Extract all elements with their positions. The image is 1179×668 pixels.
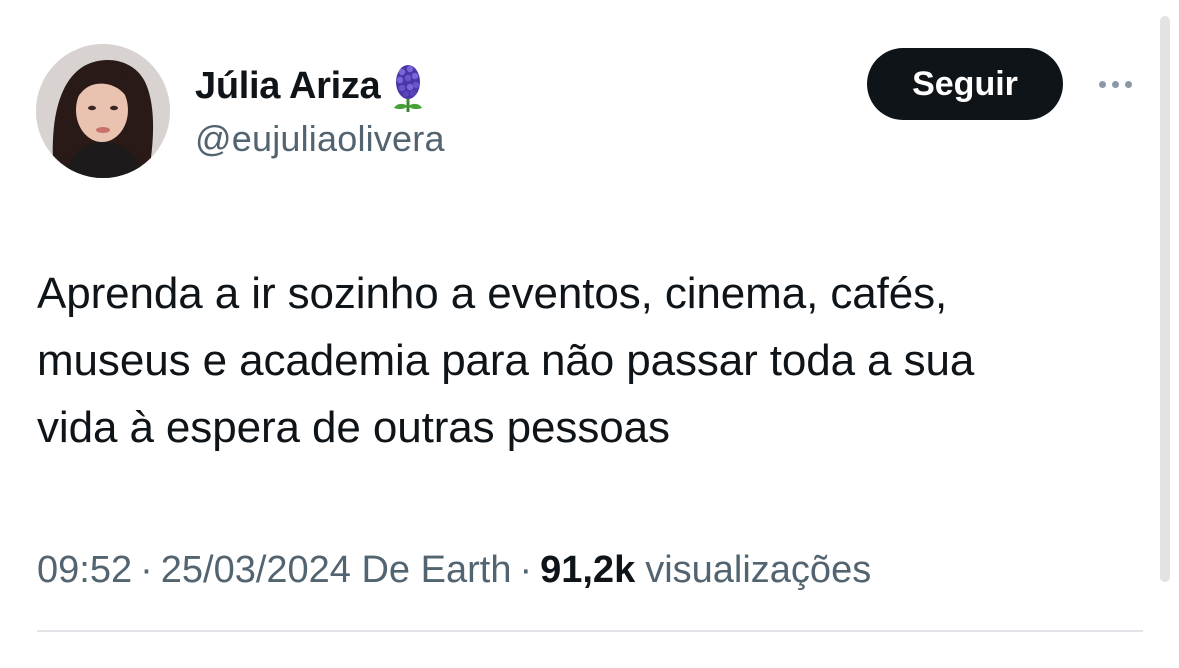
views-count[interactable]: 91,2k [540,549,635,592]
divider [37,630,1143,632]
author-name-row: Júlia Ariza [195,62,426,112]
follow-button[interactable]: Seguir [867,48,1063,120]
tweet-text-line: museus e academia para não passar toda a… [37,336,975,385]
views-label: visualizações [645,548,872,591]
more-dot [1111,80,1119,88]
tweet-text-line: Aprenda a ir sozinho a eventos, cinema, … [37,269,948,318]
tweet-date-source[interactable]: 25/03/2024 De Earth [161,549,512,592]
more-dot [1124,80,1132,88]
tweet-text: Aprenda a ir sozinho a eventos, cinema, … [37,260,1147,461]
tweet-text-line: vida à espera de outras pessoas [37,403,670,452]
meta-separator: · [140,548,153,591]
hyacinth-icon [390,62,426,114]
author-handle[interactable]: @eujuliaolivera [195,118,445,160]
more-horizontal-icon[interactable] [1090,70,1140,98]
display-name[interactable]: Júlia Ariza [195,65,381,108]
tweet-time[interactable]: 09:52 [37,549,132,592]
tweet-metadata: 09:52 · 25/03/2024 De Earth · 91,2k visu… [37,542,871,598]
avatar[interactable] [36,44,170,178]
meta-separator: · [519,548,533,591]
more-dot [1098,80,1106,88]
scrollbar[interactable] [1160,16,1170,582]
